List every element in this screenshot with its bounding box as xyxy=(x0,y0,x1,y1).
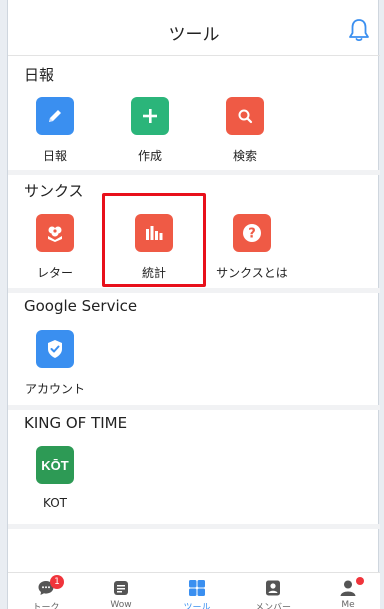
tile-label: アカウント xyxy=(24,382,85,396)
tile-label: サンクスとは xyxy=(216,266,288,280)
tab-wow[interactable]: Wow xyxy=(91,575,151,609)
tab-tools[interactable]: ツール xyxy=(167,575,227,609)
section-divider xyxy=(8,288,380,293)
tile-label: レター xyxy=(36,266,73,280)
tab-label: ツール xyxy=(183,603,211,609)
tile-label: 検索 xyxy=(232,149,257,163)
tab-members[interactable]: メンバー xyxy=(243,575,303,609)
tab-label: Me xyxy=(341,600,355,609)
section-title-thanks: サンクス xyxy=(24,182,84,200)
grid-icon xyxy=(189,580,205,596)
unread-badge: 1 xyxy=(50,575,64,589)
tile-nippo[interactable]: 日報 xyxy=(10,97,100,177)
svg-text:?: ? xyxy=(248,227,256,242)
tile-label: 日報 xyxy=(42,149,67,163)
contacts-icon xyxy=(266,580,280,596)
kot-logo-icon: KŌT xyxy=(36,446,74,484)
tile-label: 作成 xyxy=(137,149,162,163)
tab-me[interactable]: Me xyxy=(318,575,378,609)
tab-talk[interactable]: 1 トーク xyxy=(16,575,76,609)
section-title-nippo: 日報 xyxy=(24,66,55,84)
header-bar: ツール xyxy=(8,0,380,56)
highlight-box xyxy=(102,193,206,287)
tile-label: KOT xyxy=(43,496,67,510)
tile-kot[interactable]: KŌT KOT xyxy=(10,446,100,526)
flower-letter-icon xyxy=(36,214,74,252)
bell-icon[interactable] xyxy=(348,18,370,42)
bottom-tab-bar: 1 トーク Wow ツール メンバー Me xyxy=(8,572,380,609)
tab-label: トーク xyxy=(32,603,60,609)
section-divider xyxy=(8,170,380,175)
tile-account[interactable]: アカウント xyxy=(10,330,100,410)
app-screen: ツール 日報 日報 作成 検索 サンクス レター 統計 ? サンクスとは Goo… xyxy=(7,0,380,609)
tile-letter[interactable]: レター xyxy=(10,214,100,294)
person-icon xyxy=(340,580,356,596)
tile-search[interactable]: 検索 xyxy=(200,97,290,177)
search-document-icon xyxy=(226,97,264,135)
section-title-google: Google Service xyxy=(24,297,138,315)
section-divider xyxy=(8,405,380,410)
tile-about-thanks[interactable]: ? サンクスとは xyxy=(207,214,297,294)
shield-check-icon xyxy=(36,330,74,368)
page-title: ツール xyxy=(168,25,220,45)
edit-document-icon xyxy=(36,97,74,135)
tab-label: Wow xyxy=(110,600,132,609)
section-divider xyxy=(8,524,380,529)
help-icon: ? xyxy=(233,214,271,252)
add-document-icon xyxy=(131,97,169,135)
tile-create[interactable]: 作成 xyxy=(105,97,195,177)
notification-dot xyxy=(356,577,364,585)
tab-label: メンバー xyxy=(254,603,291,609)
section-title-kot: KING OF TIME xyxy=(24,414,128,432)
wow-icon xyxy=(114,581,128,595)
